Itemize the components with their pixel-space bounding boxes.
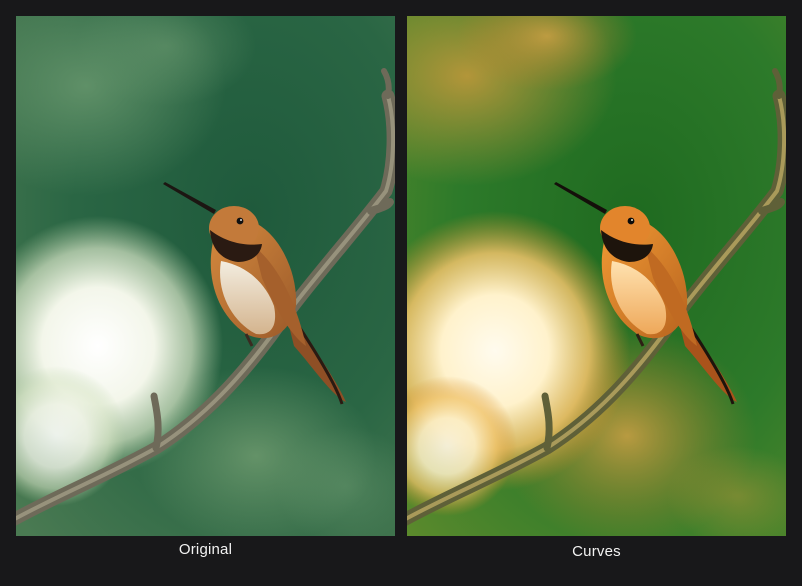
- curves-photo-image: [407, 16, 786, 536]
- original-photo-image: [16, 16, 395, 536]
- comparison-canvas: Original Curves: [0, 0, 802, 586]
- curves-photo: [407, 16, 786, 536]
- original-caption: Original: [178, 541, 233, 558]
- original-photo: [16, 16, 395, 536]
- curves-caption: Curves: [572, 543, 621, 560]
